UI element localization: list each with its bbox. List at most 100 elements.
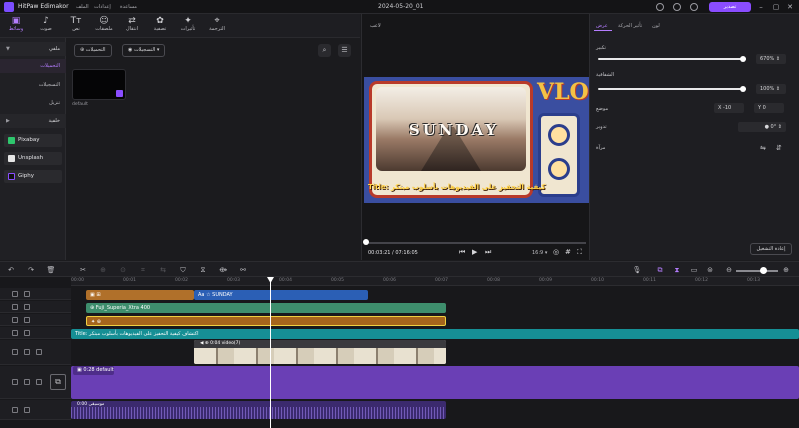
maximize-icon[interactable]: ▢ bbox=[772, 3, 780, 11]
clip-filter[interactable]: ⊕ Fuji_Superia_Xtra 400 bbox=[86, 303, 446, 313]
tool-subtitles[interactable]: ⌖ الترجمة bbox=[205, 16, 229, 36]
reset-button[interactable]: إعادة التشغيل bbox=[750, 243, 792, 255]
scale-knob[interactable] bbox=[740, 56, 746, 62]
snapshot-icon[interactable]: ◎ bbox=[553, 248, 559, 256]
eye-icon[interactable] bbox=[24, 349, 30, 355]
feedback-icon[interactable] bbox=[656, 3, 664, 11]
tab-display[interactable]: عرض bbox=[596, 23, 608, 29]
stock-giphy[interactable]: Giphy bbox=[4, 170, 62, 183]
close-icon[interactable]: ✕ bbox=[786, 3, 794, 11]
fullscreen-icon[interactable]: ⛶ bbox=[577, 248, 582, 257]
filter-list-icon[interactable]: ☰ bbox=[338, 44, 351, 57]
track-header[interactable]: ⧉ bbox=[0, 366, 71, 399]
playhead[interactable] bbox=[270, 277, 271, 428]
track-header[interactable] bbox=[0, 314, 71, 326]
reverse-icon[interactable]: ⇆ bbox=[158, 265, 168, 275]
aspect-dropdown[interactable]: 16:9 ▾ bbox=[532, 250, 547, 256]
freeze-icon[interactable]: ⊕ bbox=[98, 265, 108, 275]
clip-text-sunday[interactable]: Aa ☆ SUNDAY bbox=[194, 290, 368, 300]
zoom-knob[interactable] bbox=[760, 267, 767, 274]
motion-icon[interactable]: ⟴ bbox=[218, 265, 228, 275]
split-icon[interactable]: ✂ bbox=[78, 265, 88, 275]
sidebar-item-downloads[interactable]: تنزيل bbox=[0, 96, 66, 110]
clip-background[interactable]: ▣ 0:28 default bbox=[71, 366, 799, 399]
opacity-slider[interactable] bbox=[598, 88, 746, 90]
track-header[interactable] bbox=[0, 327, 71, 339]
speaker-icon[interactable] bbox=[36, 349, 42, 355]
opacity-knob[interactable] bbox=[740, 86, 746, 92]
speed-icon[interactable]: ⊙ bbox=[118, 265, 128, 275]
tool-filter[interactable]: ✿ تصفية bbox=[148, 16, 172, 36]
tool-text[interactable]: Tт نص bbox=[64, 16, 88, 36]
flip-horizontal-icon[interactable]: ⇋ bbox=[760, 144, 766, 152]
eye-icon[interactable] bbox=[24, 290, 30, 297]
lock-icon[interactable] bbox=[12, 349, 18, 355]
link-icon[interactable]: ⧗ bbox=[672, 265, 682, 275]
lock-icon[interactable] bbox=[12, 303, 18, 310]
clip-sticker[interactable]: ▣ ⊞ bbox=[86, 290, 194, 300]
undo-icon[interactable]: ↶ bbox=[6, 265, 16, 275]
next-frame-icon[interactable]: ⏭ bbox=[485, 248, 491, 257]
zoom-in-icon[interactable]: ⊕ bbox=[781, 265, 791, 275]
position-x-input[interactable]: X -10 bbox=[714, 103, 744, 113]
stock-unsplash[interactable]: Unsplash bbox=[4, 152, 62, 165]
export-button[interactable]: تصدير bbox=[709, 2, 751, 12]
speaker-icon[interactable] bbox=[36, 379, 42, 385]
help-icon[interactable] bbox=[673, 3, 681, 11]
playback-knob[interactable] bbox=[363, 239, 369, 245]
clip-video[interactable]: ◀ ⊕ 0:04 video(7) bbox=[194, 340, 446, 364]
speaker-icon[interactable] bbox=[24, 406, 30, 413]
flip-vertical-icon[interactable]: ⇵ bbox=[776, 144, 782, 152]
sidebar-section-local[interactable]: ▼ ملفي bbox=[0, 42, 66, 56]
time-ruler[interactable]: 00:00 00:01 00:02 00:03 00:04 00:05 00:0… bbox=[71, 277, 799, 286]
tool-media[interactable]: ▣ وسائط bbox=[4, 16, 28, 36]
zoom-out-icon[interactable]: ⊖ bbox=[724, 265, 734, 275]
position-y-input[interactable]: Y 0 bbox=[754, 103, 784, 113]
lock-icon[interactable] bbox=[12, 316, 18, 323]
eye-icon[interactable] bbox=[24, 303, 30, 310]
lock-icon[interactable] bbox=[12, 379, 18, 385]
clip-title[interactable]: Title: اكتشاف كيفية التحفيز على الفيديوه… bbox=[71, 329, 799, 339]
opacity-input[interactable]: 100% ⇕ bbox=[756, 84, 786, 94]
lock-icon[interactable] bbox=[12, 329, 18, 336]
sidebar-item-recordings[interactable]: التسجيلات bbox=[0, 78, 66, 92]
scale-input[interactable]: 670% ⇕ bbox=[756, 54, 786, 64]
tool-transition[interactable]: ⇄ انتقال bbox=[120, 16, 144, 36]
clip-audio[interactable]: 0:00 موسيقى bbox=[71, 401, 446, 419]
menu-file[interactable]: الملف bbox=[76, 4, 89, 10]
music-icon[interactable] bbox=[12, 406, 18, 413]
sidebar-item-uploads[interactable]: التحميلات bbox=[0, 59, 66, 73]
lock-icon[interactable] bbox=[12, 290, 18, 297]
track-header[interactable] bbox=[0, 340, 71, 365]
track-header[interactable] bbox=[0, 288, 71, 300]
track-header[interactable] bbox=[0, 301, 71, 313]
mic-icon[interactable]: 🎙 bbox=[632, 265, 642, 275]
snap-icon[interactable]: ⧉ bbox=[655, 265, 665, 275]
minimize-icon[interactable]: – bbox=[757, 3, 765, 11]
import-button[interactable]: ⊕ التحميلات bbox=[74, 44, 112, 57]
fit-icon[interactable]: ⊜ bbox=[705, 265, 715, 275]
tool-effects[interactable]: ✦ تأثيرات bbox=[176, 16, 200, 36]
play-icon[interactable]: ▶ bbox=[472, 248, 477, 256]
zoom-slider[interactable] bbox=[736, 270, 778, 272]
scale-slider[interactable] bbox=[598, 58, 746, 60]
stock-pixabay[interactable]: Pixabay bbox=[4, 134, 62, 147]
adjust-icon[interactable]: ⚯ bbox=[238, 265, 248, 275]
menu-settings[interactable]: إعدادات bbox=[94, 4, 111, 10]
checkbox-icon[interactable] bbox=[116, 90, 123, 97]
record-dropdown[interactable]: ◉ التسجيلات ▾ bbox=[122, 44, 166, 57]
rotate-input[interactable]: ● 0° ⇕ bbox=[738, 122, 786, 132]
menu-help[interactable]: مساعدة bbox=[120, 4, 137, 10]
tab-color[interactable]: لون bbox=[652, 23, 660, 29]
sidebar-section-background[interactable]: ▶ خلفية bbox=[0, 114, 66, 128]
eye-icon[interactable] bbox=[24, 329, 30, 336]
crop-icon[interactable]: ⌗ bbox=[138, 265, 148, 275]
cover-image-icon[interactable]: ⧉ bbox=[50, 374, 66, 390]
delete-icon[interactable]: 🗑 bbox=[46, 265, 56, 275]
playback-progress[interactable] bbox=[366, 242, 586, 244]
clip-effect[interactable]: ✦ ⊕ bbox=[86, 316, 446, 326]
shield-icon[interactable]: ⛉ bbox=[178, 265, 188, 275]
preview-icon[interactable]: ▭ bbox=[689, 265, 699, 275]
prev-frame-icon[interactable]: ⏮ bbox=[459, 248, 465, 257]
grid-icon[interactable]: # bbox=[565, 248, 571, 256]
